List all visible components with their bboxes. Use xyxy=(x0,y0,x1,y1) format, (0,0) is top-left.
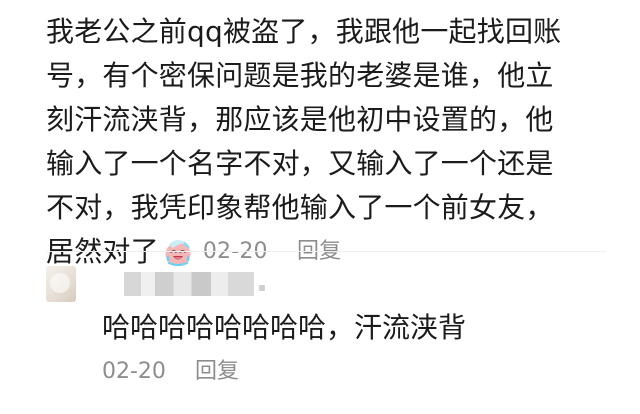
reply-text: 哈哈哈哈哈哈哈哈，汗流浃背 xyxy=(102,311,467,344)
comment-line-4: 输入了一个名字不对，又输入了一个还是 xyxy=(46,147,554,180)
reply-comment: 哈哈哈哈哈哈哈哈，汗流浃背 02-20 回复 xyxy=(46,266,606,396)
sweating-laughing-emoji-icon xyxy=(163,237,193,267)
blurred-username xyxy=(124,272,254,296)
comment-divider xyxy=(46,251,606,252)
main-comment: 我老公之前qq被盗了，我跟他一起找回账 号，有个密保问题是我的老婆是谁，他立 刻… xyxy=(46,10,626,274)
reply-time: 02-20 xyxy=(102,359,166,384)
comment-line-2: 号，有个密保问题是我的老婆是谁，他立 xyxy=(46,59,554,92)
comment-line-1: 我老公之前qq被盗了，我跟他一起找回账 xyxy=(46,15,562,48)
comment-thread-screenshot: 我老公之前qq被盗了，我跟他一起找回账 号，有个密保问题是我的老婆是谁，他立 刻… xyxy=(0,0,640,414)
comment-line-3: 刻汗流浃背，那应该是他初中设置的，他 xyxy=(46,103,554,136)
reply-reply-button[interactable]: 回复 xyxy=(195,350,239,394)
comment-line-5: 不对，我凭印象帮他输入了一个前女友， xyxy=(46,191,554,224)
reply-meta: 02-20 回复 xyxy=(102,350,239,394)
avatar[interactable] xyxy=(46,266,76,302)
username-dot xyxy=(259,285,265,291)
